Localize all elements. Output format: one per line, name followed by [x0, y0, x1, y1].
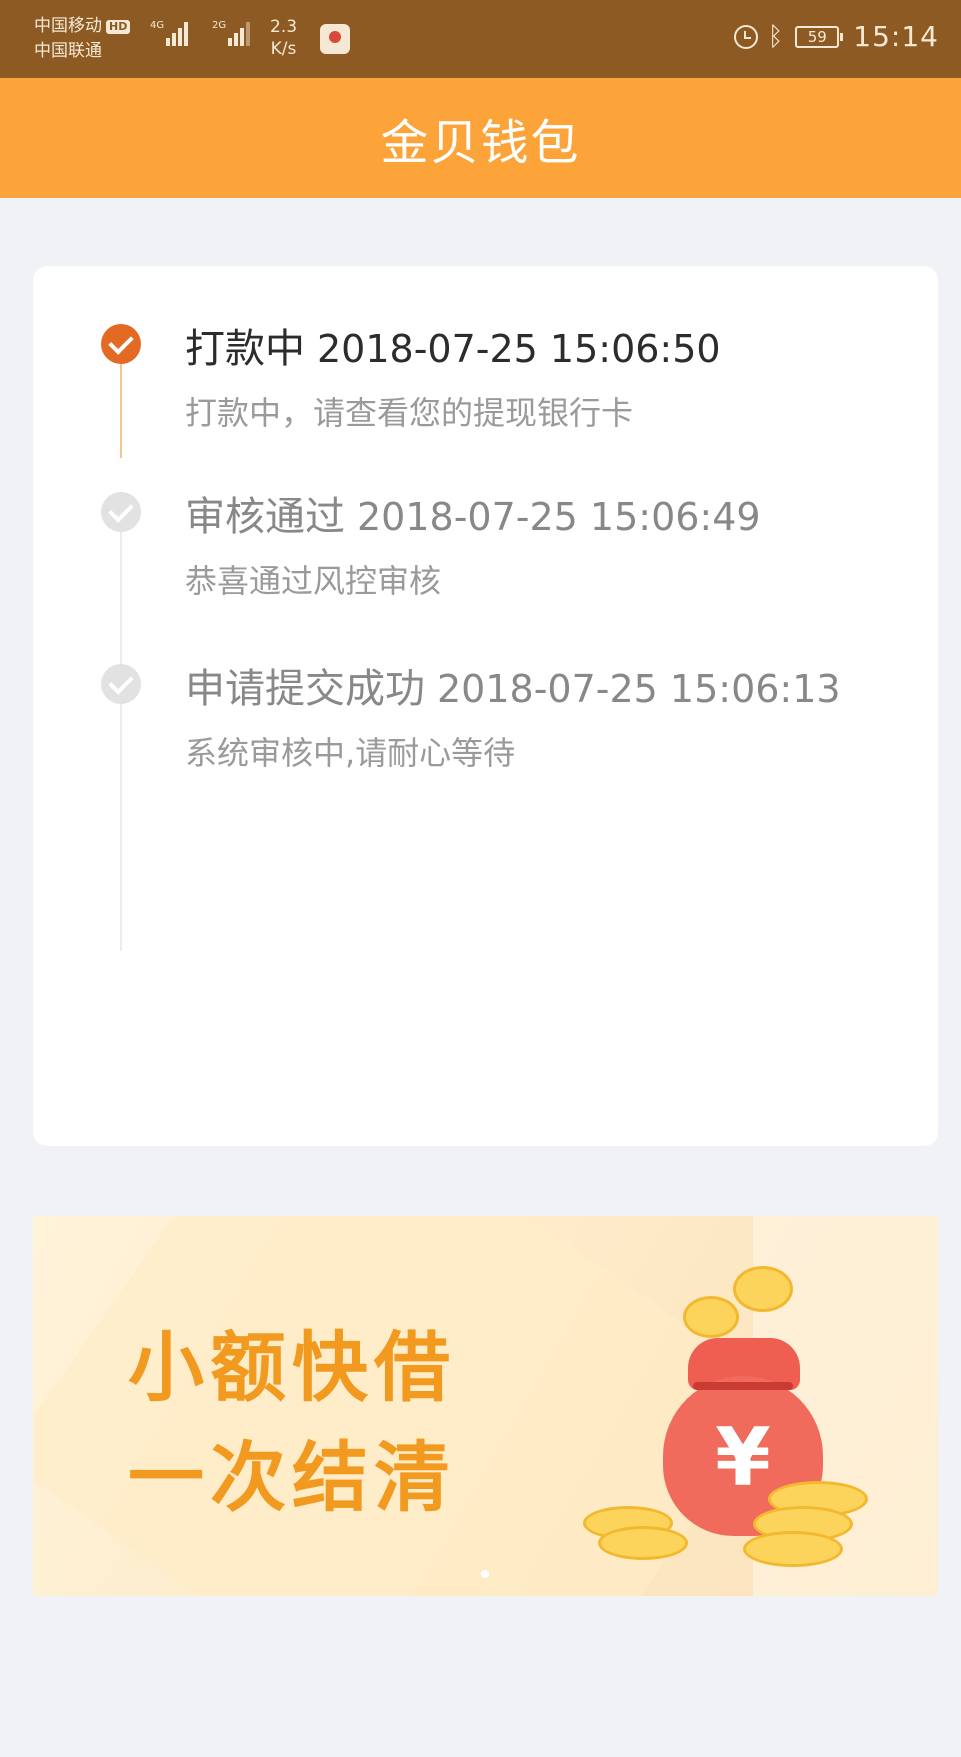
coin-icon — [733, 1266, 793, 1312]
carrier-info: 中国移动 HD 中国联通 — [34, 14, 131, 64]
step-title: 打款中 2018-07-25 15:06:50 — [185, 316, 721, 374]
money-bag-icon: ¥ — [583, 1266, 893, 1576]
withdrawal-progress-card: 打款中 2018-07-25 15:06:50 打款中，请查看您的提现银行卡 审核… — [33, 266, 938, 1146]
status-bar: 中国移动 HD 中国联通 4G 2G 2.3 K/s ᛒ 59 15:14 — [0, 0, 961, 78]
step-title-label: 打款中 — [185, 326, 305, 372]
step-status-dot — [101, 664, 141, 704]
step-status-dot — [101, 492, 141, 532]
battery-level: 59 — [807, 27, 827, 46]
check-icon — [108, 669, 134, 695]
alarm-icon — [733, 24, 758, 49]
hd-badge: HD — [106, 19, 131, 34]
step-timestamp: 2018-07-25 15:06:50 — [317, 327, 721, 371]
step-title: 申请提交成功 2018-07-25 15:06:13 — [185, 656, 841, 714]
screen: 中国移动 HD 中国联通 4G 2G 2.3 K/s ᛒ 59 15:14 金贝… — [0, 0, 961, 1757]
app-header: 金贝钱包 — [0, 78, 961, 198]
battery-icon: 59 — [795, 25, 844, 48]
signal-1-label: 4G — [150, 20, 165, 31]
signal-strength-icon: 2G — [212, 20, 252, 46]
coin-icon — [598, 1526, 688, 1560]
network-speed: 2.3 K/s — [270, 16, 297, 60]
page-title: 金贝钱包 — [380, 115, 581, 171]
carrier-2-label: 中国联通 — [34, 41, 102, 61]
step-timestamp: 2018-07-25 15:06:13 — [437, 667, 841, 711]
signal-strength-icon: 4G — [150, 20, 190, 46]
step-title: 审核通过 2018-07-25 15:06:49 — [185, 484, 761, 542]
bag-tie — [693, 1382, 793, 1390]
coin-icon — [683, 1296, 739, 1338]
check-icon — [108, 497, 134, 523]
step-description: 恭喜通过风控审核 — [185, 562, 442, 600]
bluetooth-icon: ᛒ — [767, 21, 784, 52]
promo-banner[interactable]: 小额快借 一次结清 ¥ — [33, 1216, 938, 1596]
step-status-dot — [101, 324, 141, 364]
network-speed-unit: K/s — [270, 39, 297, 59]
coin-icon — [743, 1531, 843, 1567]
step-timestamp: 2018-07-25 15:06:49 — [357, 495, 761, 539]
timeline-connector — [120, 501, 122, 951]
network-speed-value: 2.3 — [270, 17, 298, 37]
step-description: 系统审核中,请耐心等待 — [185, 734, 516, 772]
carrier-1-label: 中国移动 — [34, 16, 102, 36]
clock: 15:14 — [853, 20, 939, 53]
step-title-label: 审核通过 — [185, 494, 345, 540]
banner-headline-2: 一次结清 — [128, 1433, 456, 1522]
app-notification-icon — [320, 24, 350, 54]
signal-2-label: 2G — [212, 20, 227, 31]
banner-pager-dot[interactable] — [481, 1570, 489, 1578]
status-indicators: ᛒ 59 15:14 — [733, 20, 939, 53]
banner-headline-1: 小额快借 — [128, 1323, 456, 1412]
check-icon — [108, 329, 134, 355]
step-title-label: 申请提交成功 — [185, 666, 425, 712]
step-description: 打款中，请查看您的提现银行卡 — [185, 394, 634, 432]
